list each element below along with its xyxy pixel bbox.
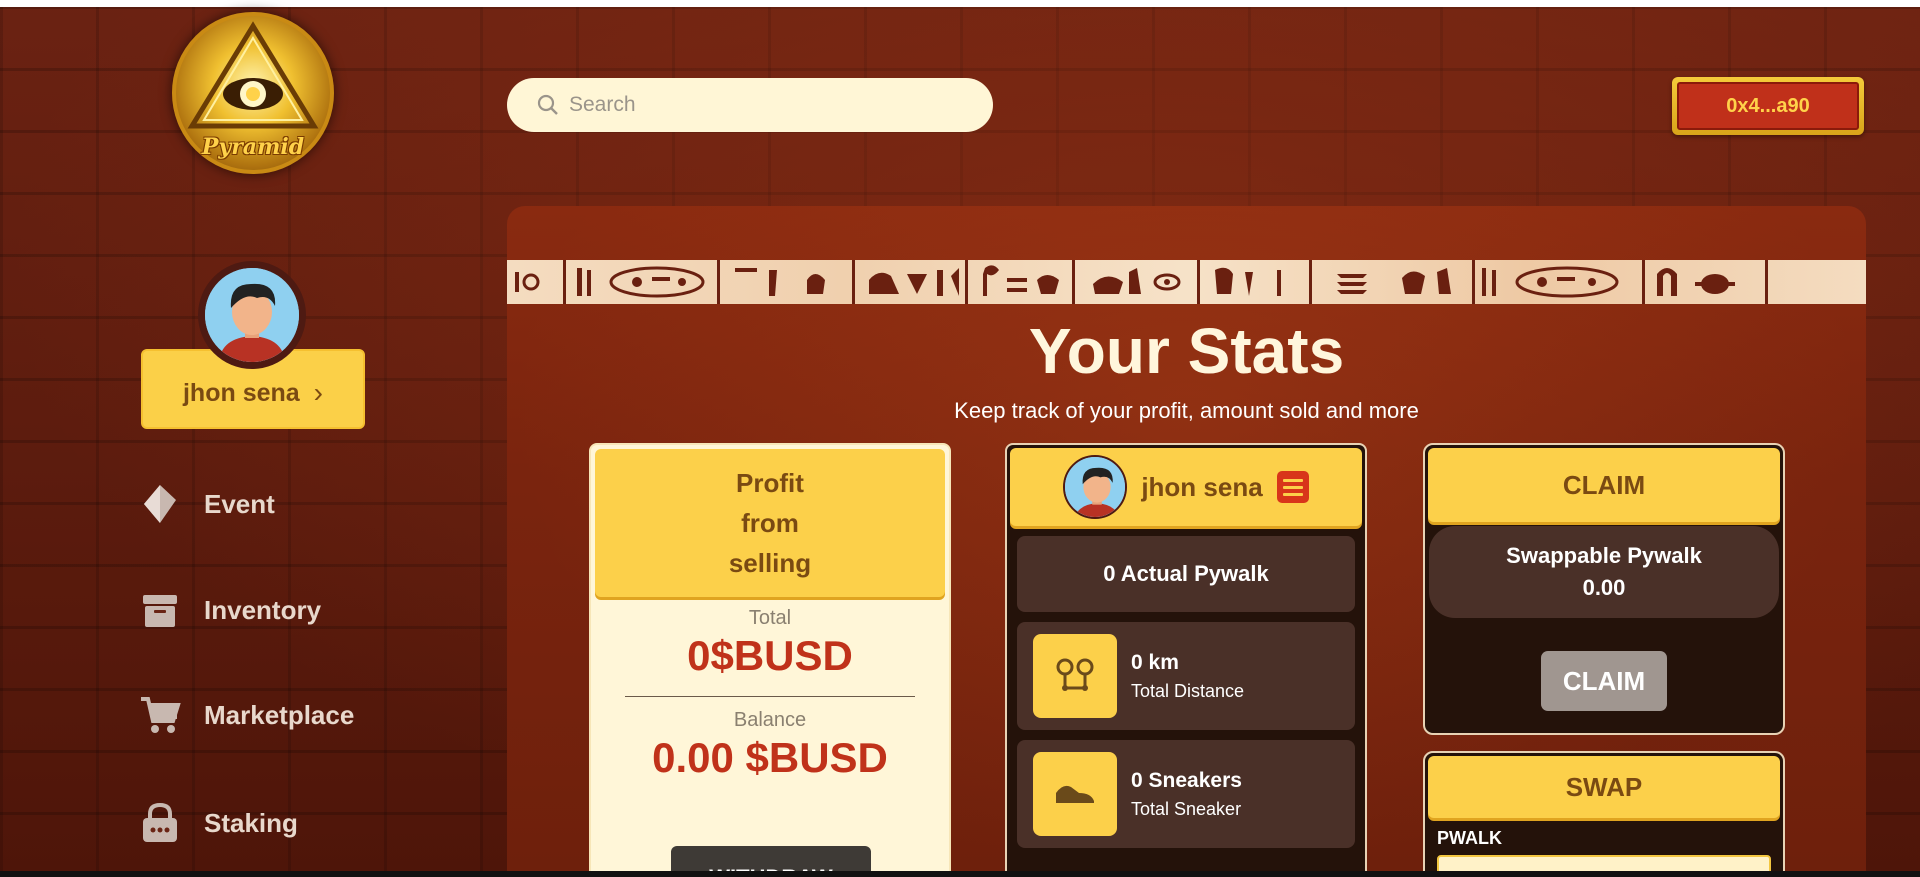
- claim-card: CLAIM Swappable Pywalk 0.00 CLAIM: [1423, 443, 1785, 735]
- distance-value: 0 km: [1131, 650, 1179, 674]
- sneakers-label: Total Sneaker: [1131, 798, 1242, 819]
- avatar-frame: [198, 261, 306, 369]
- diamond-icon: [138, 482, 182, 526]
- balance-value: 0.00 $BUSD: [652, 734, 888, 781]
- user-name: jhon sena: [182, 378, 300, 407]
- claim-button[interactable]: CLAIM: [1541, 651, 1667, 711]
- search-icon: [537, 94, 558, 115]
- avatar[interactable]: [1063, 455, 1128, 519]
- lock-icon: [138, 801, 182, 845]
- stats-panel: Your Stats Keep track of your profit, am…: [507, 206, 1866, 877]
- bottom-border: [0, 871, 1920, 877]
- actual-pywalk-row: 0 Actual Pywalk: [1017, 536, 1355, 612]
- page-subtitle: Keep track of your profit, amount sold a…: [954, 398, 1419, 423]
- user-avatar-icon: [205, 268, 299, 362]
- swap-card: SWAP PWALK: [1423, 751, 1785, 877]
- sidebar-item-label: Marketplace: [204, 699, 355, 730]
- search-input[interactable]: [569, 93, 969, 117]
- balance-label: Balance: [733, 709, 807, 731]
- profit-card-title: Profit from selling: [728, 468, 812, 578]
- hieroglyph-banner: [507, 260, 1866, 304]
- sneakers-row: 0 Sneakers Total Sneaker: [1017, 740, 1355, 848]
- distance-row: 0 km Total Distance: [1017, 622, 1355, 730]
- user-stats-card: jhon sena 0 Actual Pywalk 0 km Total Dis…: [1005, 443, 1367, 877]
- cart-icon: [138, 693, 182, 737]
- token-label: PWALK: [1437, 828, 1502, 848]
- sidebar-item-marketplace[interactable]: Marketplace: [138, 692, 354, 738]
- sidebar: Pyramid jhon sena › Event Inventory Mark…: [0, 7, 490, 871]
- profit-card: Profit from selling Total 0$BUSD Balance…: [589, 443, 951, 877]
- brand-name: Pyramid: [201, 134, 305, 160]
- divider: [625, 696, 915, 697]
- sidebar-item-label: Event: [204, 488, 275, 519]
- route-pin-icon: [1033, 634, 1117, 718]
- total-label: Total: [748, 607, 792, 629]
- claim-card-header: CLAIM: [1428, 448, 1780, 522]
- wallet-connect-button[interactable]: 0x4...a90: [1672, 77, 1864, 135]
- distance-label: Total Distance: [1131, 680, 1245, 701]
- swappable-label: Swappable Pywalk: [1506, 543, 1702, 568]
- sidebar-item-label: Staking: [204, 807, 298, 838]
- hamburger-menu-icon[interactable]: [1276, 471, 1309, 503]
- archive-box-icon: [138, 588, 182, 632]
- page-title: Your Stats: [1028, 315, 1345, 387]
- swappable-box: Swappable Pywalk 0.00: [1429, 526, 1779, 618]
- avatar[interactable]: [205, 268, 299, 362]
- sidebar-item-staking[interactable]: Staking: [138, 800, 298, 846]
- user-avatar-icon: [1065, 457, 1126, 517]
- swap-card-header: SWAP: [1428, 756, 1780, 818]
- top-border: [0, 0, 1920, 7]
- sidebar-item-event[interactable]: Event: [138, 481, 275, 527]
- user-card-header: jhon sena: [1010, 448, 1362, 526]
- wallet-address: 0x4...a90: [1677, 82, 1859, 130]
- sidebar-item-inventory[interactable]: Inventory: [138, 587, 321, 633]
- profit-card-header: Profit from selling: [595, 449, 945, 597]
- pyramid-logo[interactable]: Pyramid: [172, 12, 334, 174]
- user-card-name: jhon sena: [1141, 471, 1263, 502]
- sneaker-icon: [1033, 752, 1117, 836]
- sneakers-value: 0 Sneakers: [1131, 768, 1242, 792]
- search-bar[interactable]: [507, 78, 993, 132]
- hieroglyph-pattern: [515, 260, 1768, 304]
- total-value: 0$BUSD: [687, 632, 853, 679]
- swappable-value: 0.00: [1582, 575, 1626, 600]
- chevron-right-icon: ›: [313, 377, 323, 408]
- sidebar-item-label: Inventory: [204, 594, 322, 625]
